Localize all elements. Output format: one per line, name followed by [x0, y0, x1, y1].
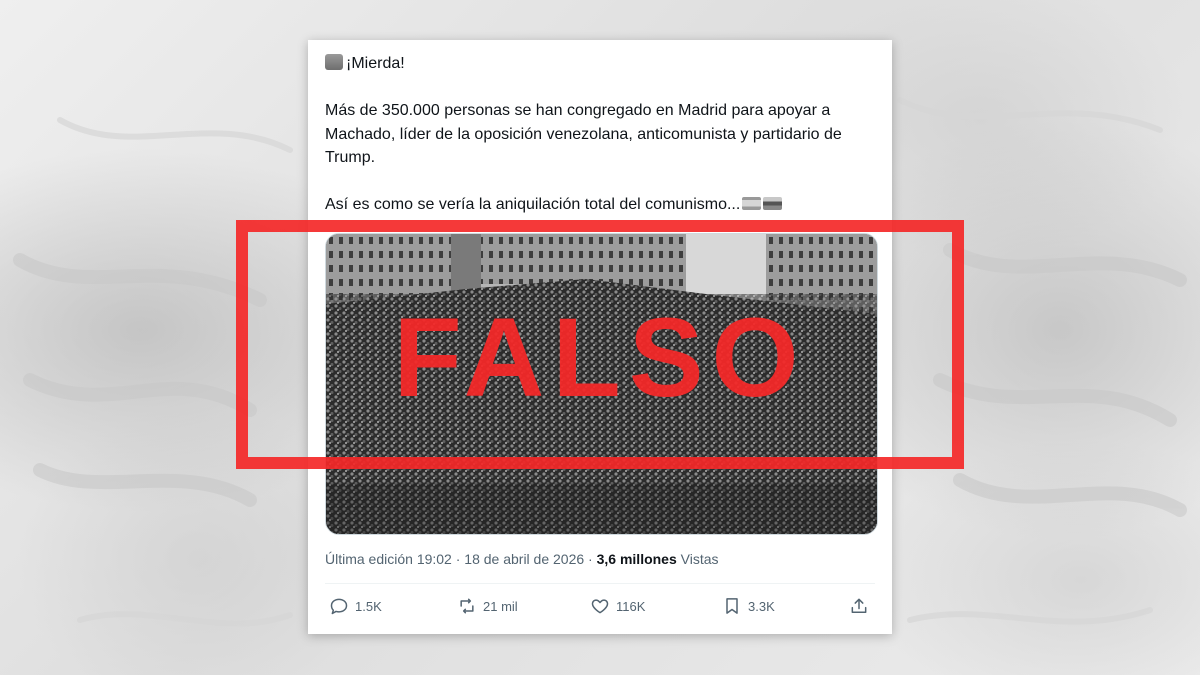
tweet-paragraph-2: Más de 350.000 personas se han congregad…	[325, 102, 842, 166]
like-button[interactable]: 116K	[590, 596, 645, 616]
stamp-label: FALSO	[393, 295, 807, 420]
chair-emoji-icon	[325, 54, 343, 70]
tweet-line1: ¡Mierda!	[346, 55, 405, 72]
bookmark-count: 3.3K	[748, 598, 775, 614]
tweet-body: ¡Mierda! Más de 350.000 personas se han …	[325, 52, 885, 240]
views-label: Vistas	[676, 551, 719, 567]
tweet-paragraph-3-wrap: Así es como se vería la aniquilación tot…	[325, 193, 885, 217]
share-button[interactable]	[849, 596, 869, 616]
spain-flag-icon	[742, 197, 762, 210]
edited-timestamp: Última edición 19:02 · 18 de abril de 20…	[325, 551, 597, 567]
repost-button[interactable]: 21 mil	[457, 596, 518, 616]
like-count: 116K	[616, 598, 646, 614]
tweet-actions: 1.5K 21 mil 116K 3.3K	[325, 596, 875, 620]
tweet-metadata: Última edición 19:02 · 18 de abril de 20…	[325, 551, 719, 567]
reply-button[interactable]: 1.5K	[329, 596, 382, 616]
repost-count: 21 mil	[483, 598, 518, 614]
venezuela-flag-icon	[763, 197, 783, 210]
views-count: 3,6 millones	[596, 551, 677, 567]
divider	[325, 583, 875, 584]
repost-icon	[460, 598, 474, 614]
tweet-first-line: ¡Mierda!	[325, 52, 885, 76]
tweet-paragraph-3: Así es como se vería la aniquilación tot…	[325, 196, 741, 213]
share-icon	[851, 598, 867, 613]
bookmark-icon	[726, 598, 738, 614]
reply-count: 1.5K	[355, 598, 382, 614]
reply-icon	[330, 598, 348, 615]
bookmark-button[interactable]: 3.3K	[722, 596, 775, 616]
falso-stamp: FALSO	[236, 220, 964, 469]
like-icon	[591, 599, 609, 614]
